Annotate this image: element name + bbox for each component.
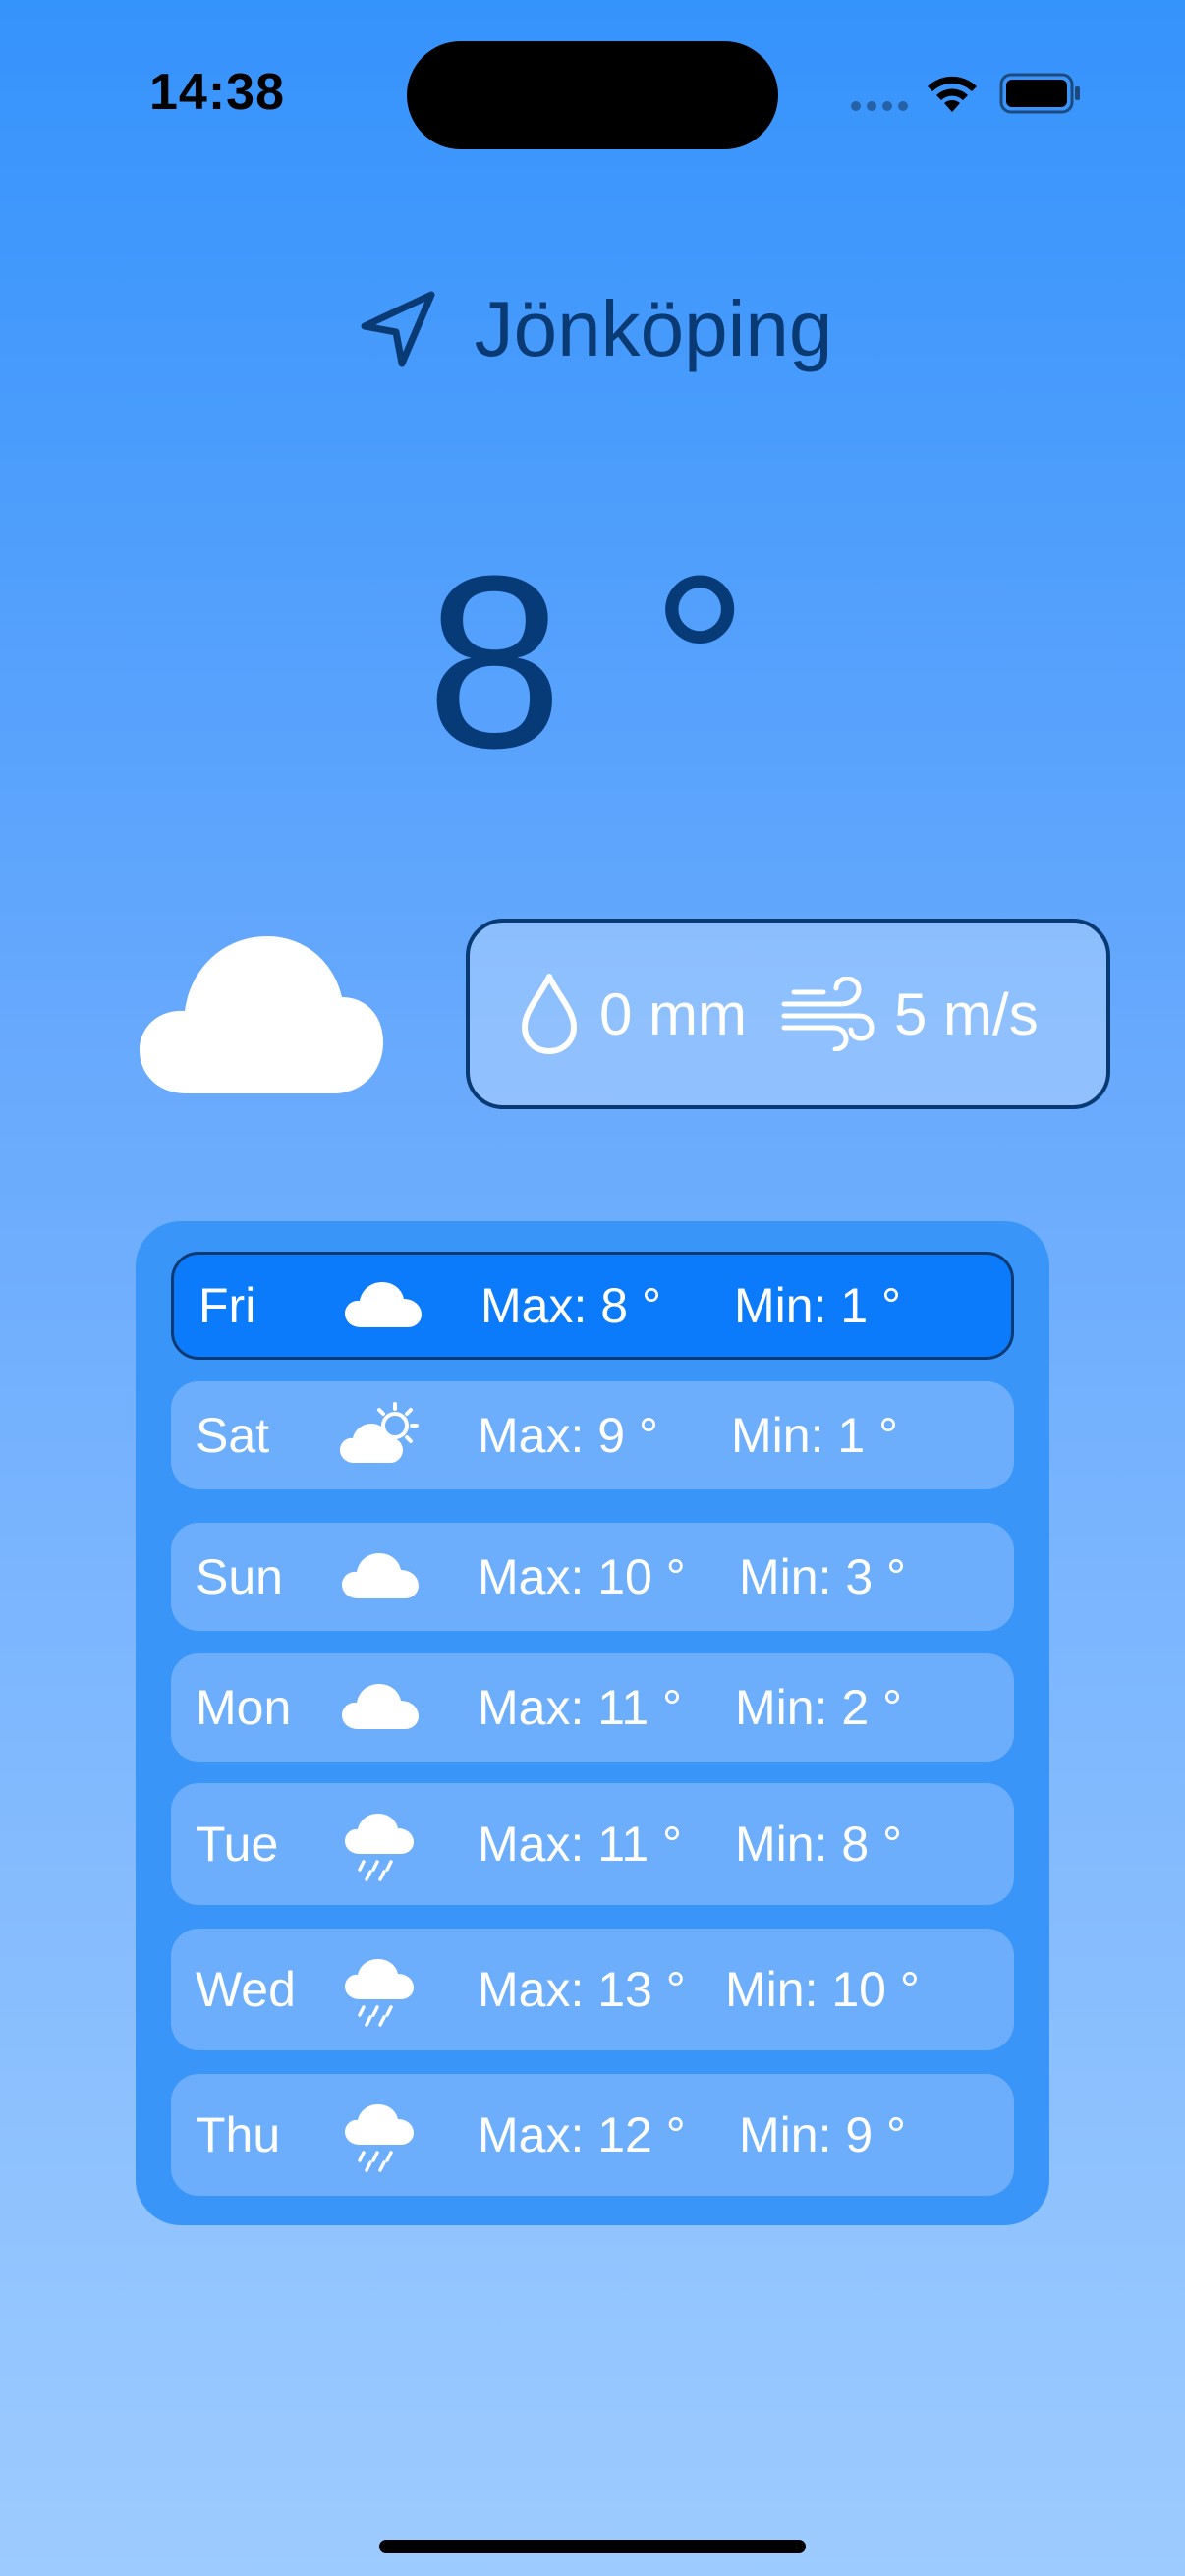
forecast-max: Max: 11 ° xyxy=(478,1680,683,1735)
forecast-min: Min: 8 ° xyxy=(735,1817,903,1872)
city-name: Jönköping xyxy=(474,285,833,372)
cloud-rain-icon xyxy=(345,1814,414,1881)
location-header[interactable]: Jönköping xyxy=(0,275,1185,383)
forecast-min: Min: 10 ° xyxy=(725,1962,920,2017)
status-time: 14:38 xyxy=(149,64,285,121)
precipitation-value: 0 mm xyxy=(599,980,747,1047)
precipitation-wind-panel: 0 mm 5 m/s xyxy=(466,919,1110,1109)
forecast-min: Min: 1 ° xyxy=(731,1408,899,1463)
cloud-rain-icon xyxy=(345,2104,414,2172)
current-temperature: 8 ° xyxy=(425,525,760,799)
dynamic-island xyxy=(407,41,778,149)
forecast-max: Max: 11 ° xyxy=(478,1817,683,1872)
forecast-max: Max: 8 ° xyxy=(480,1278,661,1333)
forecast-row[interactable]: Sat Max: 9 ° Min: 1 ° xyxy=(171,1381,1014,1489)
forecast-min: Min: 9 ° xyxy=(739,2107,907,2162)
forecast-day: Sat xyxy=(196,1408,270,1463)
cellular-signal-icon xyxy=(851,101,908,111)
forecast-row[interactable]: Tue Max: 11 ° Min: 8 ° xyxy=(171,1783,1014,1905)
forecast-day: Sun xyxy=(196,1549,283,1604)
wind-value: 5 m/s xyxy=(894,980,1039,1047)
partly-sunny-icon xyxy=(340,1402,419,1463)
cloud-icon xyxy=(140,936,383,1093)
droplet-icon xyxy=(522,974,577,1054)
forecast-day: Fri xyxy=(198,1278,256,1333)
forecast-row[interactable]: Sun Max: 10 ° Min: 3 ° xyxy=(171,1523,1014,1631)
forecast-row[interactable]: Mon Max: 11 ° Min: 2 ° xyxy=(171,1653,1014,1762)
forecast-min: Min: 2 ° xyxy=(735,1680,903,1735)
forecast-max: Max: 12 ° xyxy=(478,2107,686,2162)
cloud-rain-icon xyxy=(345,1959,414,2027)
forecast-panel: Fri Max: 8 ° Min: 1 ° Sat Max: 9 ° Min: … xyxy=(136,1221,1049,2225)
forecast-row[interactable]: Thu Max: 12 ° Min: 9 ° xyxy=(171,2074,1014,2196)
forecast-max: Max: 9 ° xyxy=(478,1408,658,1463)
home-indicator[interactable] xyxy=(379,2540,806,2553)
forecast-row[interactable]: Wed Max: 13 ° Min: 10 ° xyxy=(171,1929,1014,2050)
cloud-icon xyxy=(342,1553,419,1598)
forecast-day: Tue xyxy=(196,1817,279,1872)
forecast-max: Max: 10 ° xyxy=(478,1549,686,1604)
cloud-icon xyxy=(345,1282,422,1327)
forecast-max: Max: 13 ° xyxy=(478,1962,686,2017)
location-arrow-icon xyxy=(361,291,435,367)
wind-icon xyxy=(781,977,875,1051)
forecast-day: Thu xyxy=(196,2107,281,2162)
cloud-icon xyxy=(342,1684,419,1729)
forecast-day: Mon xyxy=(196,1680,292,1735)
forecast-day: Wed xyxy=(196,1962,296,2017)
status-bar: 14:38 xyxy=(0,0,1185,187)
forecast-min: Min: 3 ° xyxy=(739,1549,907,1604)
wifi-icon xyxy=(928,76,977,112)
battery-icon xyxy=(999,73,1080,114)
forecast-row[interactable]: Fri Max: 8 ° Min: 1 ° xyxy=(171,1252,1014,1360)
forecast-min: Min: 1 ° xyxy=(734,1278,902,1333)
